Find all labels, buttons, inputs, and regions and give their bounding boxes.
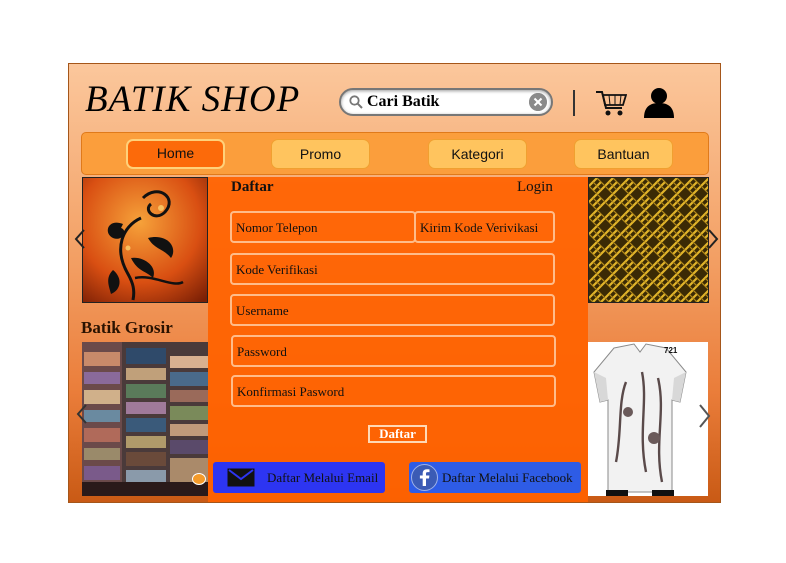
- nav-home-button[interactable]: Home: [126, 139, 225, 169]
- batik-stack-image: [82, 342, 208, 496]
- banner-batik-weave[interactable]: [588, 177, 709, 303]
- photo-next-arrow-icon[interactable]: [697, 403, 711, 429]
- photo-prev-arrow-icon[interactable]: [76, 403, 88, 425]
- register-submit-button[interactable]: Daftar: [368, 425, 427, 443]
- email-signup-button[interactable]: Daftar Melalui Email: [213, 462, 385, 493]
- search-icon: [349, 95, 363, 109]
- email-signup-label: Daftar Melalui Email: [267, 470, 379, 485]
- search-input[interactable]: [367, 92, 525, 112]
- tab-login[interactable]: Login: [517, 179, 553, 196]
- product-code: 721: [664, 346, 678, 355]
- search-box[interactable]: [339, 88, 553, 116]
- facebook-signup-label: Daftar Melalui Facebook: [442, 470, 573, 485]
- nav-kategori-button[interactable]: Kategori: [428, 139, 527, 169]
- photo-batik-grosir[interactable]: [82, 342, 208, 496]
- user-icon[interactable]: [643, 86, 675, 118]
- section-title-grosir: Batik Grosir: [81, 318, 173, 337]
- banner-next-arrow-icon[interactable]: [707, 228, 719, 250]
- banner-batik-motif[interactable]: [82, 177, 208, 303]
- verification-code-field[interactable]: Kode Verifikasi: [230, 253, 555, 285]
- facebook-signup-button[interactable]: Daftar Melalui Facebook: [409, 462, 581, 493]
- banner-prev-arrow-icon[interactable]: [74, 228, 86, 250]
- username-field[interactable]: Username: [230, 294, 555, 326]
- password-field[interactable]: Password: [231, 335, 556, 367]
- clear-icon[interactable]: [529, 93, 547, 111]
- send-code-button[interactable]: Kirim Kode Verivikasi: [414, 211, 555, 243]
- chat-bubble-icon[interactable]: [192, 473, 206, 485]
- cart-icon[interactable]: [595, 88, 627, 118]
- batik-shirt-image: [588, 342, 708, 496]
- phone-field[interactable]: Nomor Telepon: [230, 211, 416, 243]
- facebook-icon: [411, 464, 438, 491]
- nav-bantuan-button[interactable]: Bantuan: [574, 139, 673, 169]
- register-panel: Daftar Login Nomor Telepon Kirim Kode Ve…: [208, 177, 588, 502]
- nav-promo-button[interactable]: Promo: [271, 139, 370, 169]
- main-nav: Home Promo Kategori Bantuan: [81, 132, 709, 175]
- batik-motif-image: [83, 178, 207, 302]
- tab-daftar[interactable]: Daftar: [231, 179, 273, 196]
- header-divider: [573, 90, 575, 116]
- batik-weave-image: [589, 178, 708, 302]
- confirm-password-field[interactable]: Konfirmasi Pasword: [231, 375, 556, 407]
- app-frame: BATIK SHOP Home Promo Kategori Bantuan: [68, 63, 721, 503]
- mail-icon: [227, 468, 255, 487]
- logo[interactable]: BATIK SHOP: [85, 78, 300, 121]
- photo-batik-shirt[interactable]: 721: [588, 342, 708, 496]
